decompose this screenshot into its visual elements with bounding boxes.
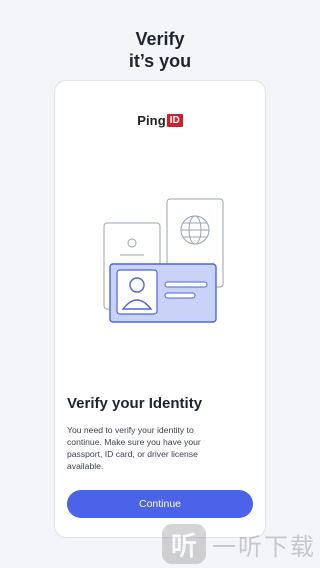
- page-title: Verify it’s you: [0, 28, 320, 72]
- download-watermark: 听 一听下载: [162, 524, 316, 564]
- page-title-line2: it’s you: [128, 51, 192, 71]
- watermark-text: 一听下载: [212, 533, 316, 561]
- verify-identity-heading: Verify your Identity: [67, 395, 203, 412]
- page-title-line1: Verify: [135, 29, 185, 49]
- logo-badge: ID: [166, 114, 183, 127]
- verification-card: Ping ID Verify your Identity You need to…: [54, 80, 266, 538]
- logo-text: Ping: [137, 113, 166, 128]
- verify-identity-description: You need to verify your identity to cont…: [67, 425, 201, 471]
- pingid-logo: Ping ID: [55, 113, 265, 128]
- continue-button[interactable]: Continue: [67, 490, 253, 518]
- watermark-logo-icon: 听: [162, 524, 206, 564]
- identity-documents-illustration: [103, 198, 224, 323]
